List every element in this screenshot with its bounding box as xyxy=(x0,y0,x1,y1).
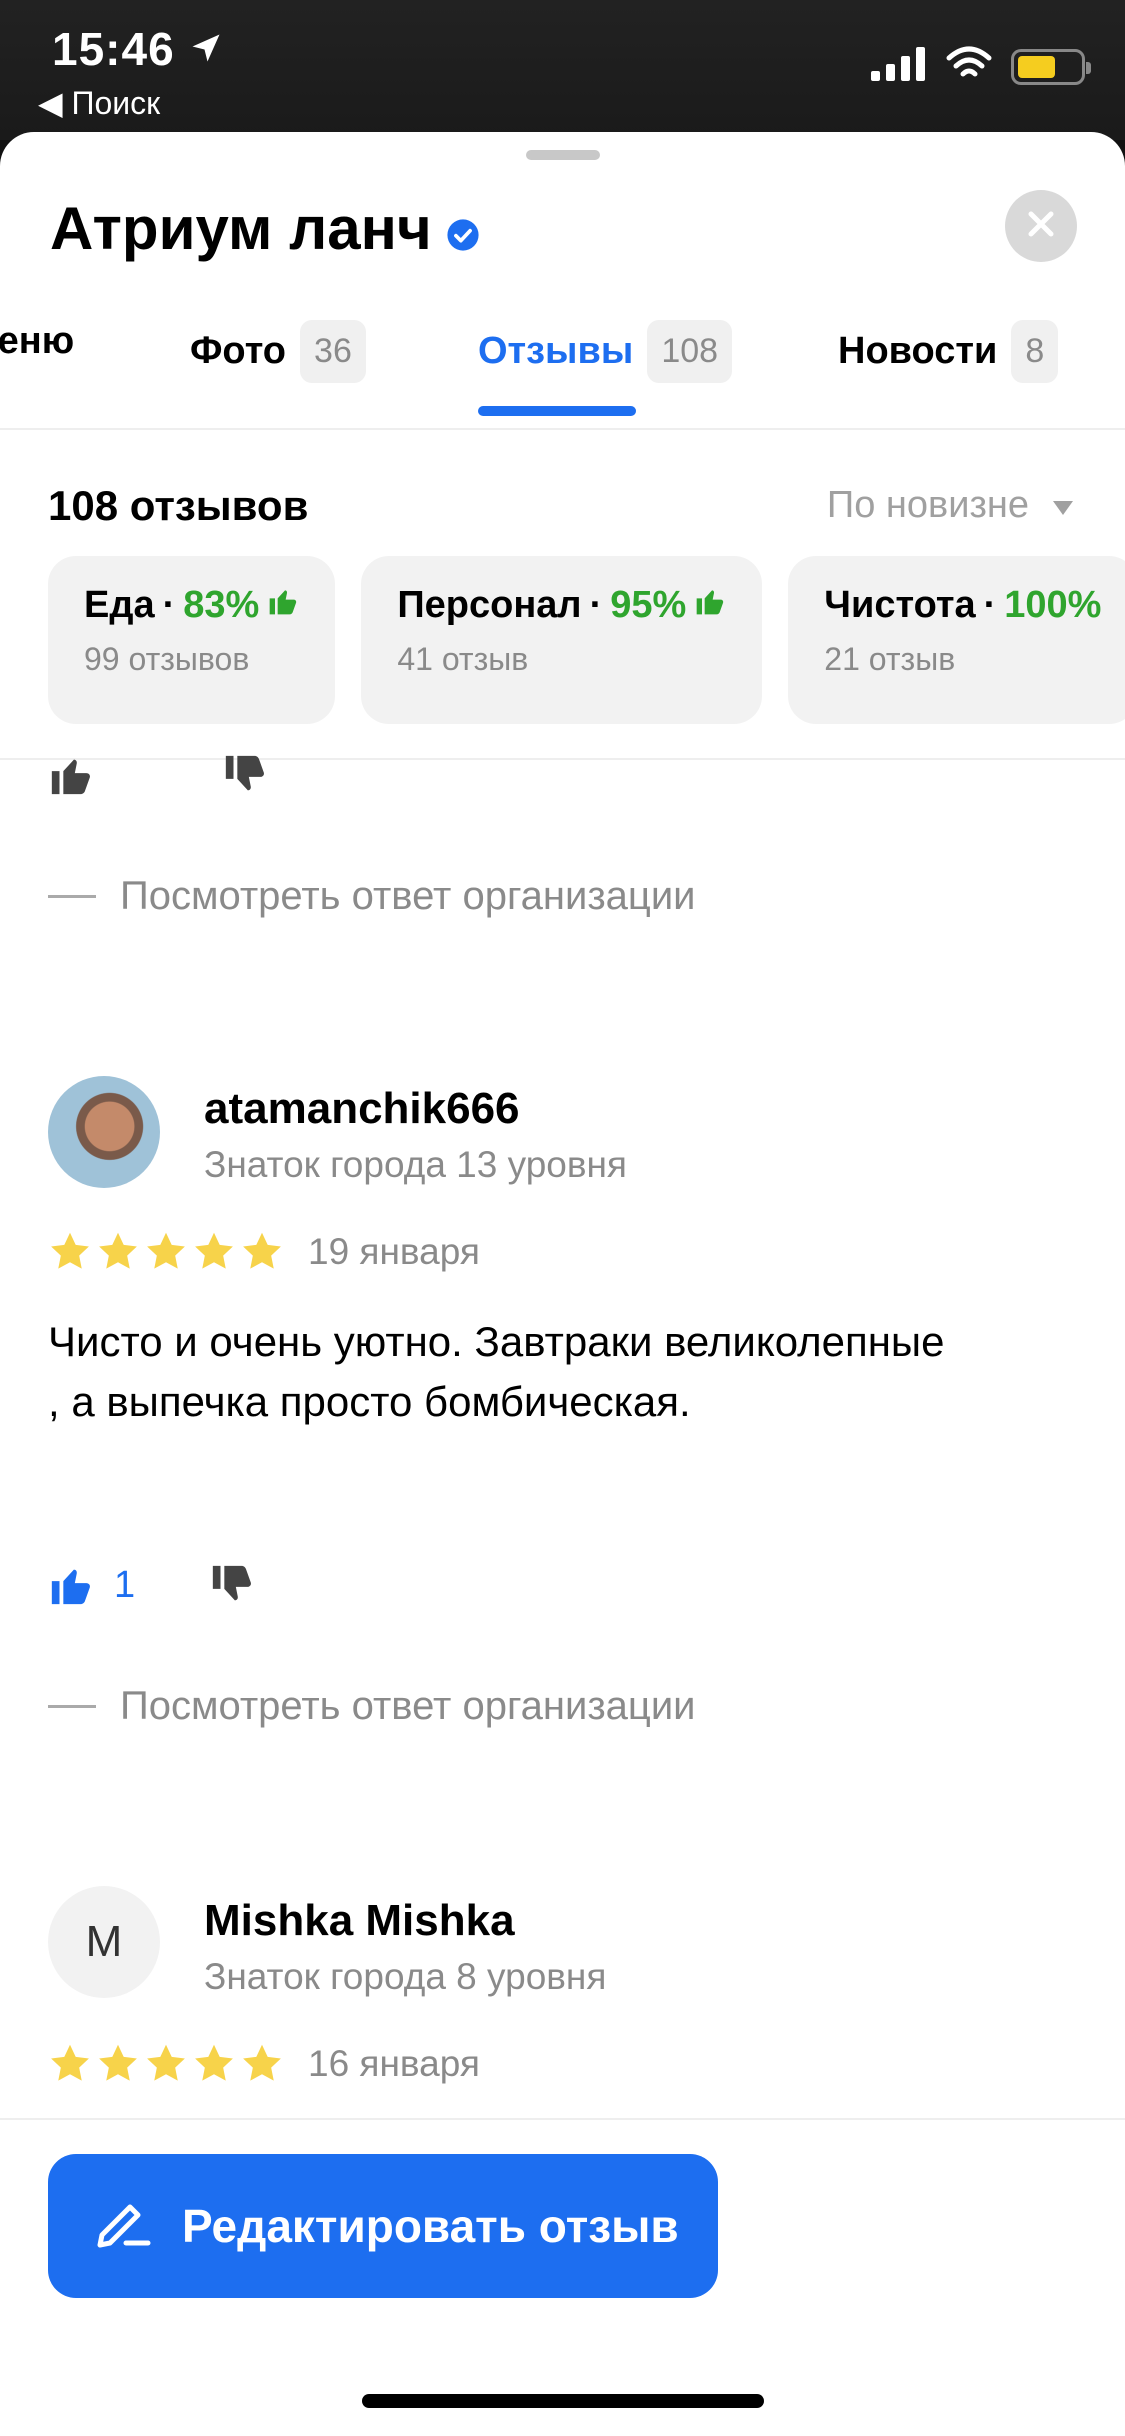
review-author[interactable]: Mishka Mishka xyxy=(204,1896,515,1946)
pencil-icon xyxy=(92,2191,152,2262)
see-org-answer-link[interactable]: Посмотреть ответ организации xyxy=(48,1684,696,1729)
close-button[interactable] xyxy=(1005,190,1077,262)
star-icon xyxy=(51,2044,89,2081)
see-org-answer-link[interactable]: Посмотреть ответ организации xyxy=(48,874,696,919)
category-chip-food[interactable]: Еда · 83% 99 отзывов xyxy=(48,556,336,724)
edit-review-label: Редактировать отзыв xyxy=(182,2200,679,2252)
tab-count-badge: 8 xyxy=(1011,320,1059,383)
prev-review-reactions xyxy=(48,752,268,798)
sort-label: По новизне xyxy=(826,484,1029,526)
dash-line xyxy=(48,1705,96,1708)
place-title: Атриум ланч xyxy=(50,195,432,262)
thumbs-up-icon xyxy=(267,584,299,627)
like-count: 1 xyxy=(114,1563,136,1606)
status-time: 15:46 xyxy=(52,23,175,75)
back-to-search-link[interactable]: ◀ Поиск xyxy=(38,84,160,122)
status-icons xyxy=(871,46,1091,87)
star-icon xyxy=(147,2044,185,2081)
tab-label: Фото xyxy=(190,330,287,372)
star-icon xyxy=(99,1232,137,1269)
tab-bar: Меню Фото 36 Отзывы 108 Новости 8 xyxy=(0,310,1125,430)
category-name: Чистота xyxy=(824,584,976,626)
dislike-button[interactable] xyxy=(209,1562,255,1608)
avatar-letter: M xyxy=(85,1917,123,1966)
review-reactions: 1 xyxy=(48,1562,255,1608)
tab-photo[interactable]: Фото 36 xyxy=(190,320,366,383)
category-chip-staff[interactable]: Персонал · 95% 41 отзыв xyxy=(361,556,763,724)
avatar[interactable]: M xyxy=(48,1886,160,1998)
tab-reviews[interactable]: Отзывы 108 xyxy=(478,320,733,383)
author-level: Знаток города 13 уровня xyxy=(204,1144,627,1185)
category-percent: 100% xyxy=(1004,584,1102,626)
cellular-signal-icon xyxy=(871,47,927,86)
avatar[interactable] xyxy=(48,1076,160,1188)
dropdown-triangle-icon xyxy=(1051,484,1075,527)
star-icon xyxy=(147,1232,185,1269)
tab-count-badge: 108 xyxy=(647,320,733,383)
review-date: 16 января xyxy=(308,2043,480,2084)
author-level: Знаток города 8 уровня xyxy=(204,1956,607,1997)
category-separator: · xyxy=(589,584,603,626)
star-icon xyxy=(243,1232,281,1269)
home-indicator[interactable] xyxy=(362,2394,764,2408)
category-name: Персонал xyxy=(397,584,582,626)
tab-news[interactable]: Новости 8 xyxy=(838,320,1059,383)
aspect-categories: Еда · 83% 99 отзывов Персонал · 95% 41 о… xyxy=(48,556,1125,726)
star-icon xyxy=(99,2044,137,2081)
category-count: 21 отзыв xyxy=(824,641,956,677)
category-percent: 95% xyxy=(610,584,687,626)
edit-review-button[interactable]: Редактировать отзыв xyxy=(48,2154,718,2298)
tab-label: Отзывы xyxy=(478,330,634,372)
star-icon xyxy=(195,2044,233,2081)
see-answer-label: Посмотреть ответ организации xyxy=(120,1684,696,1728)
review-author[interactable]: atamanchik666 xyxy=(204,1084,520,1134)
tab-count-badge: 36 xyxy=(300,320,366,383)
review-rating: 16 января xyxy=(48,2042,480,2086)
sort-dropdown[interactable]: По новизне xyxy=(827,484,1075,527)
review-date: 19 января xyxy=(308,1231,480,1272)
like-button[interactable] xyxy=(48,1562,94,1608)
sheet-grabber[interactable] xyxy=(526,150,600,160)
tab-label: Новости xyxy=(838,330,998,372)
dislike-button[interactable] xyxy=(222,752,268,798)
tab-label: Меню xyxy=(0,320,75,362)
star-icon xyxy=(195,1232,233,1269)
category-percent: 83% xyxy=(183,584,260,626)
star-icon xyxy=(51,1232,89,1269)
active-tab-indicator xyxy=(478,406,636,416)
dash-line xyxy=(48,895,96,898)
category-separator: · xyxy=(983,584,997,626)
review-rating: 19 января xyxy=(48,1230,480,1274)
verified-badge-icon xyxy=(446,197,480,251)
location-arrow-icon xyxy=(188,30,224,71)
see-answer-label: Посмотреть ответ организации xyxy=(120,874,696,918)
review-text: Чисто и очень уютно. Завтраки великолепн… xyxy=(48,1318,945,1425)
place-title-row: Атриум ланч xyxy=(50,194,480,263)
place-card-sheet: Атриум ланч Меню Фото 36 Отзывы 108 Ново… xyxy=(0,132,1125,2436)
wifi-icon xyxy=(945,46,993,87)
category-name: Еда xyxy=(84,584,155,626)
category-separator: · xyxy=(162,584,176,626)
like-button[interactable] xyxy=(48,752,94,798)
category-chip-cleanliness[interactable]: Чистота · 100% 21 отзыв xyxy=(788,556,1125,724)
battery-icon xyxy=(1011,48,1091,85)
close-icon xyxy=(1026,209,1056,244)
category-count: 99 отзывов xyxy=(84,641,250,677)
battery-fill xyxy=(1018,55,1056,78)
category-count: 41 отзыв xyxy=(397,641,529,677)
tab-menu[interactable]: Меню xyxy=(0,320,74,363)
star-icon xyxy=(243,2044,281,2081)
thumbs-up-icon xyxy=(694,584,726,627)
reviews-count-heading: 108 отзывов xyxy=(48,482,309,529)
status-bar: 15:46 ◀ Поиск xyxy=(0,0,1125,140)
